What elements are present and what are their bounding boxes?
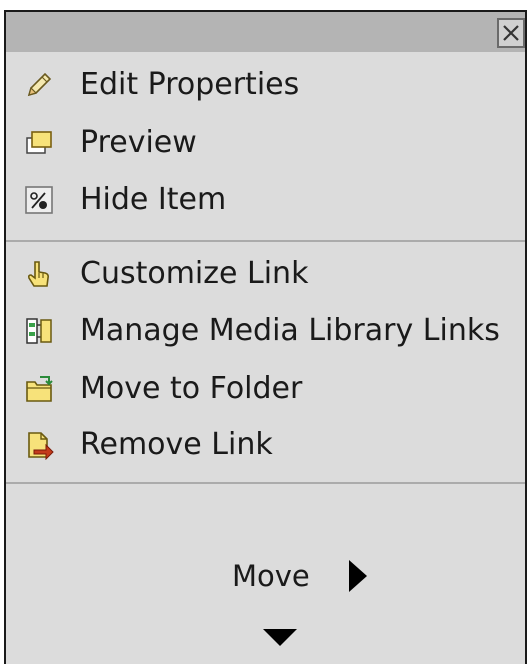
hide-item-icon <box>25 186 53 214</box>
menu-item-edit-properties[interactable]: Edit Properties <box>6 59 525 111</box>
menu-item-label: Customize Link <box>80 256 309 291</box>
menu-item-manage-media-library-links[interactable]: Manage Media Library Links <box>6 305 525 357</box>
media-library-links-icon <box>26 318 52 344</box>
menu-titlebar <box>6 12 525 52</box>
menu-item-customize-link[interactable]: Customize Link <box>6 248 525 300</box>
menu-item-preview[interactable]: Preview <box>6 117 525 169</box>
close-button[interactable] <box>497 18 525 48</box>
pencil-icon <box>27 72 52 97</box>
menu-item-hide-item[interactable]: Hide Item <box>6 174 525 226</box>
context-menu: Edit Properties Preview Hide Item Custom… <box>4 10 527 664</box>
menu-item-label: Hide Item <box>80 182 227 217</box>
menu-separator <box>6 240 525 242</box>
close-icon <box>503 25 519 41</box>
menu-separator <box>6 482 525 484</box>
menu-item-label: Preview <box>80 125 197 160</box>
menu-item-label: Move to Folder <box>80 371 303 406</box>
remove-link-icon <box>28 432 54 460</box>
triangle-right-icon <box>349 560 367 592</box>
folder-move-icon <box>26 376 53 402</box>
menu-item-move-to-folder[interactable]: Move to Folder <box>6 363 525 415</box>
menu-item-remove-link[interactable]: Remove Link <box>6 419 525 471</box>
hand-pointer-icon <box>27 261 49 287</box>
menu-item-label: Remove Link <box>80 427 273 462</box>
preview-window-icon <box>26 131 52 154</box>
triangle-down-icon[interactable] <box>262 628 298 648</box>
menu-item-label: Edit Properties <box>80 67 300 102</box>
menu-item-label: Manage Media Library Links <box>80 313 500 348</box>
move-label: Move <box>232 559 310 593</box>
